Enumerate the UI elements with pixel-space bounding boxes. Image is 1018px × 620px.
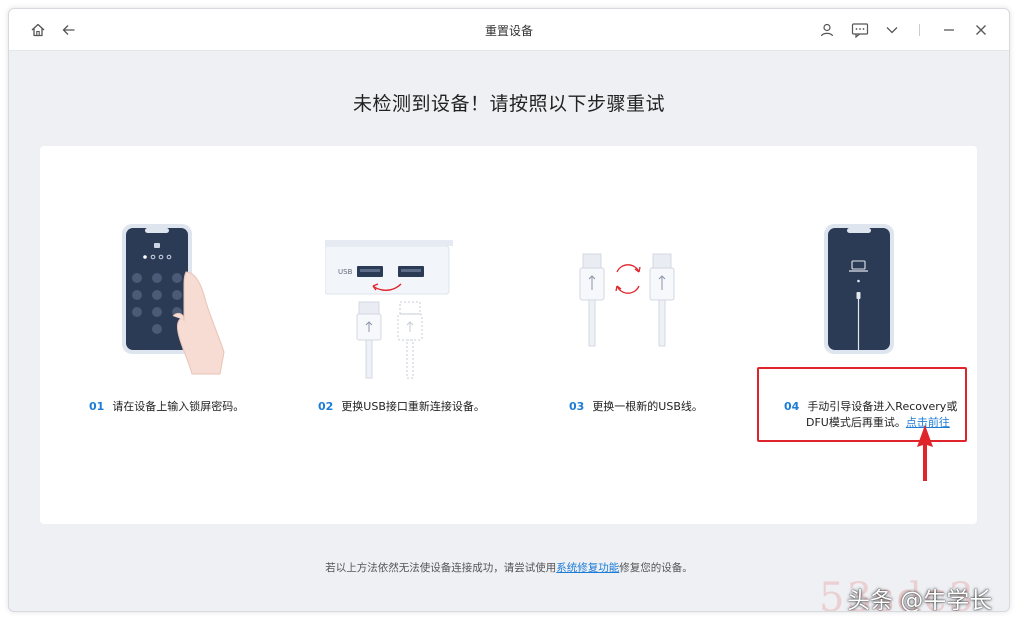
watermark-text: 头条 @牛学长 xyxy=(847,588,993,612)
step-3-number: 03 xyxy=(569,400,585,413)
step-1-label: 请在设备上输入锁屏密码。 xyxy=(112,400,245,413)
step-3-label: 更换一根新的USB线。 xyxy=(592,400,703,413)
step-2-text: 02 更换USB接口重新连接设备。 xyxy=(318,399,485,415)
app-window: 重置设备 未检测到设备！请按照以下步骤重试 01 请在设备上输入锁屏密码。 US… xyxy=(8,8,1010,612)
page-heading: 未检测到设备！请按照以下步骤重试 xyxy=(352,93,665,115)
system-repair-link[interactable]: 系统修复功能 xyxy=(556,562,619,574)
user-icon[interactable] xyxy=(816,19,838,41)
phone-passcode-illustration xyxy=(118,224,230,380)
steps-panel: 01 请在设备上输入锁屏密码。 USB 02 更换USB接口重新连接设备。 03… xyxy=(40,146,977,524)
recovery-mode-illustration xyxy=(822,224,896,362)
step-1-number: 01 xyxy=(89,400,105,413)
usb-cable-illustration xyxy=(575,250,685,354)
annotation-arrow-icon xyxy=(917,425,933,481)
usb-port-label: USB xyxy=(338,268,353,276)
close-icon[interactable] xyxy=(970,19,992,41)
footer-hint: 若以上方法依然无法使设备连接成功，请尝试使用系统修复功能修复您的设备。 xyxy=(9,560,1009,575)
chevron-down-icon[interactable] xyxy=(881,19,903,41)
chat-icon[interactable] xyxy=(849,19,871,41)
footer-text-after: 修复您的设备。 xyxy=(619,562,693,574)
step-1-text: 01 请在设备上输入锁屏密码。 xyxy=(89,399,244,415)
minimize-icon[interactable] xyxy=(938,19,960,41)
footer-text-before: 若以上方法依然无法使设备连接成功，请尝试使用 xyxy=(325,562,557,574)
step-2-label: 更换USB接口重新连接设备。 xyxy=(341,400,485,413)
title-bar-separator xyxy=(919,24,920,36)
usb-port-illustration: USB xyxy=(324,240,455,384)
step-2-number: 02 xyxy=(318,400,334,413)
annotation-highlight-box xyxy=(757,367,967,442)
step-3-text: 03 更换一根新的USB线。 xyxy=(569,399,703,415)
title-bar: 重置设备 xyxy=(9,9,1009,51)
